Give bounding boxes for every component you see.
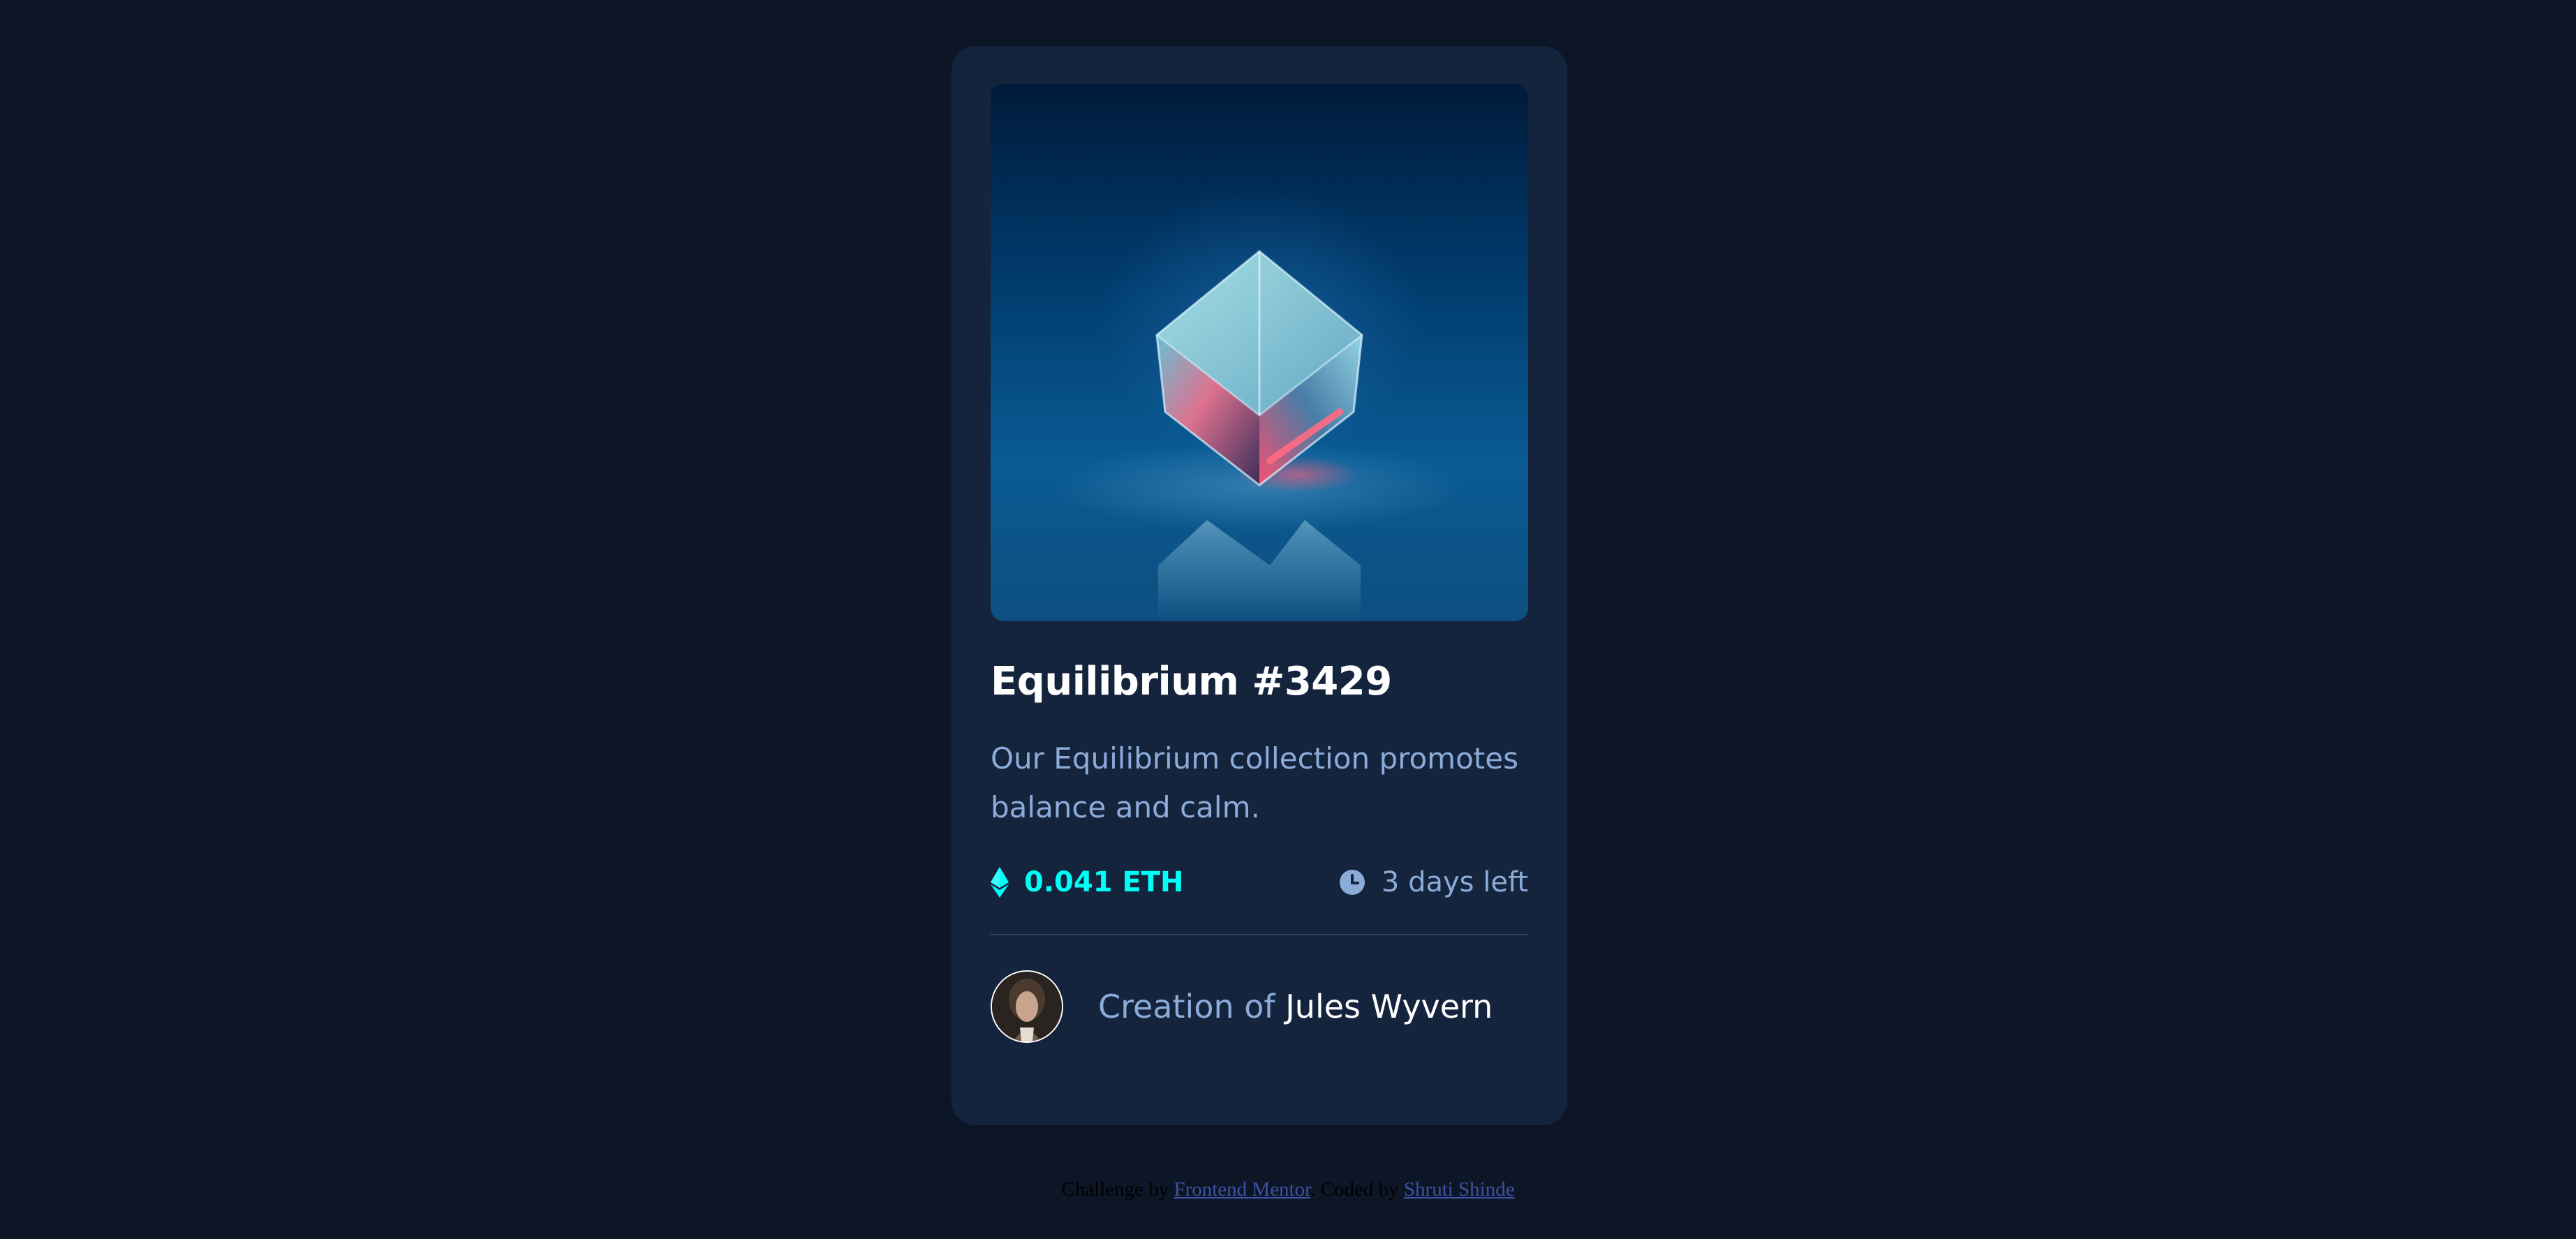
price-value: 0.041 ETH: [1024, 866, 1184, 898]
ethereum-icon: [991, 867, 1009, 898]
creator-prefix: Creation of: [1098, 988, 1275, 1025]
avatar: [991, 970, 1063, 1043]
creator-credit: Creation of Jules Wyvern: [1098, 988, 1493, 1025]
nft-image[interactable]: [991, 84, 1528, 621]
time-left-value: 3 days left: [1381, 866, 1528, 898]
nft-stats: 0.041 ETH 3 days left: [991, 861, 1528, 903]
creator-row: Creation of Jules Wyvern: [991, 970, 1528, 1043]
creator-name[interactable]: Jules Wyvern: [1285, 988, 1493, 1025]
challenge-prefix: Challenge by: [1061, 1178, 1169, 1201]
author-link[interactable]: Shruti Shinde: [1404, 1178, 1515, 1201]
crystal-cube-image: [1155, 250, 1363, 621]
nft-description: Our Equilibrium collection promotes bala…: [991, 741, 1518, 824]
frontend-mentor-link[interactable]: Frontend Mentor: [1174, 1178, 1310, 1201]
avatar-portrait: [992, 972, 1062, 1041]
clock-icon: [1339, 870, 1365, 895]
nft-time-left: 3 days left: [1339, 866, 1528, 898]
nft-title[interactable]: Equilibrium #3429: [991, 658, 1528, 706]
card-divider: [991, 934, 1528, 935]
nft-card: Equilibrium #3429 Our Equilibrium collec…: [952, 46, 1567, 1125]
attribution-footer: Challenge by Frontend Mentor. Coded by S…: [0, 1178, 2576, 1201]
coded-prefix: . Coded by: [1310, 1178, 1399, 1201]
nft-price: 0.041 ETH: [991, 866, 1184, 898]
